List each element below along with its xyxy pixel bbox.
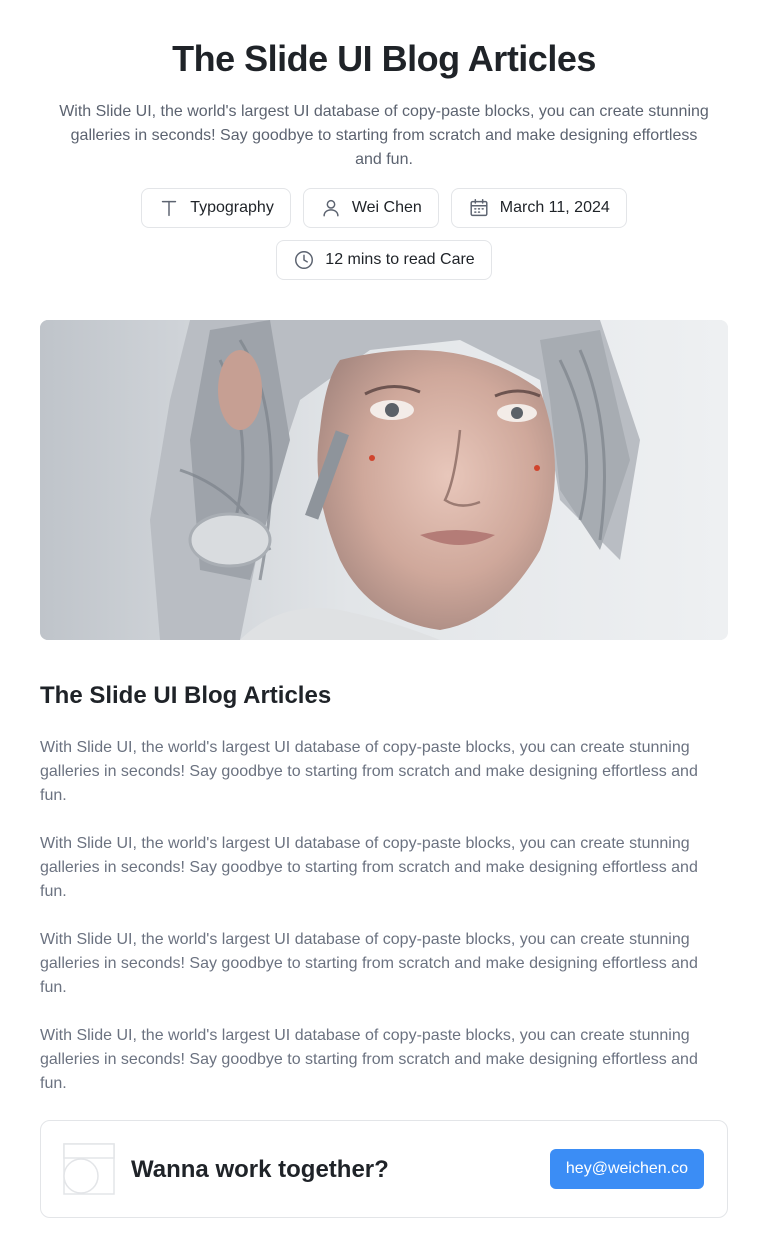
article-paragraph: With Slide UI, the world's largest UI da… xyxy=(40,931,698,996)
user-icon xyxy=(320,197,342,219)
date-chip-label: March 11, 2024 xyxy=(499,199,610,216)
category-chip-label: Typography xyxy=(190,199,274,216)
meta-chips-row-2: 12 mins to read Care xyxy=(0,240,768,280)
calendar-icon xyxy=(468,197,490,219)
article-paragraph: With Slide UI, the world's largest UI da… xyxy=(40,835,698,900)
contact-cta-card: Wanna work together? hey@weichen.co xyxy=(40,1120,728,1218)
email-contact-button[interactable]: hey@weichen.co xyxy=(549,1149,704,1189)
article-title: The Slide UI Blog Articles xyxy=(40,682,332,709)
article-paragraph: With Slide UI, the world's largest UI da… xyxy=(40,739,698,804)
read-time-chip-label: 12 mins to read Care xyxy=(325,251,475,268)
cta-heading: Wanna work together? xyxy=(131,1156,389,1183)
robot-portrait-illustration xyxy=(40,320,728,640)
brand-logo-icon xyxy=(63,1143,115,1195)
author-chip-label: Wei Chen xyxy=(351,199,422,216)
article-paragraph: With Slide UI, the world's largest UI da… xyxy=(40,1027,698,1092)
blog-article-page: The Slide UI Blog Articles With Slide UI… xyxy=(0,0,768,1258)
date-chip[interactable]: March 11, 2024 xyxy=(450,188,627,228)
author-chip[interactable]: Wei Chen xyxy=(302,188,439,228)
meta-chips-row: Typography Wei Chen March 11, 2024 xyxy=(0,188,768,228)
category-chip[interactable]: Typography xyxy=(141,188,291,228)
page-title: The Slide UI Blog Articles xyxy=(172,38,596,79)
read-time-chip[interactable]: 12 mins to read Care xyxy=(276,240,492,280)
clock-icon xyxy=(293,249,315,271)
typography-icon xyxy=(158,197,180,219)
hero-image xyxy=(40,320,728,640)
page-subtitle: With Slide UI, the world's largest UI da… xyxy=(59,103,709,168)
